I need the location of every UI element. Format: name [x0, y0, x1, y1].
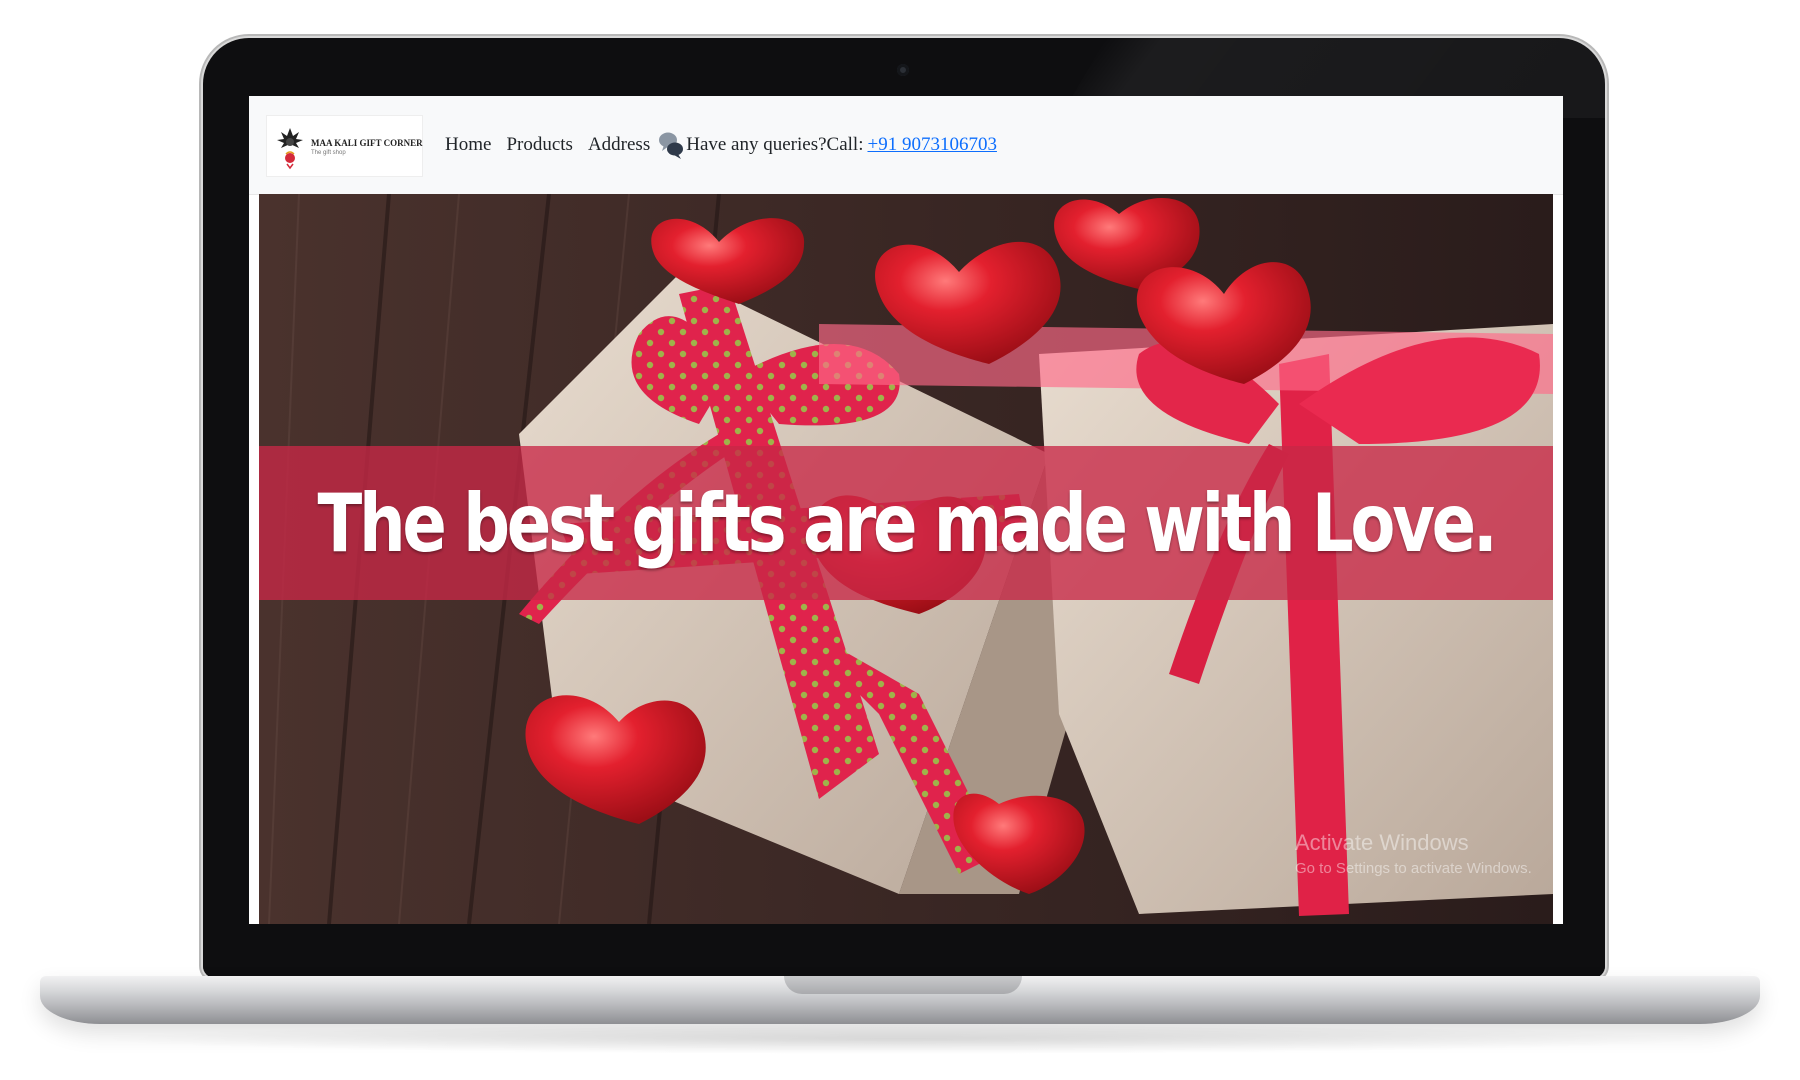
- nav-link-address[interactable]: Address: [588, 134, 650, 156]
- brand-name: MAA KALI GIFT CORNER: [311, 138, 423, 148]
- lid-opening-notch: [784, 976, 1022, 994]
- laptop-mockup: MAA KALI GIFT CORNER The gift shop Home …: [0, 0, 1800, 1080]
- webcam-icon: [897, 64, 909, 76]
- screen-bottom-bezel: [203, 924, 1605, 978]
- nav-links: Home Products Address Have any queries?C…: [445, 130, 997, 160]
- queries-text: Have any queries?Call:: [686, 134, 864, 155]
- laptop-shadow: [90, 1024, 1710, 1054]
- brand-tagline: The gift shop: [311, 150, 346, 156]
- goddess-logo-icon: [277, 128, 303, 170]
- browser-screen: MAA KALI GIFT CORNER The gift shop Home …: [249, 96, 1563, 924]
- hero-headline: The best gifts are made with Love.: [317, 476, 1497, 570]
- nav-link-products[interactable]: Products: [506, 134, 573, 156]
- phone-link[interactable]: +91 9073106703: [867, 134, 996, 156]
- chat-bubbles-icon: [659, 132, 684, 159]
- laptop-lid: MAA KALI GIFT CORNER The gift shop Home …: [203, 38, 1605, 978]
- watermark-title: Activate Windows: [1295, 830, 1469, 855]
- watermark-subtitle: Go to Settings to activate Windows.: [1295, 860, 1532, 877]
- activate-windows-watermark: Activate Windows Go to Settings to activ…: [1295, 830, 1532, 877]
- brand-logo[interactable]: MAA KALI GIFT CORNER The gift shop: [267, 116, 423, 176]
- top-navbar: MAA KALI GIFT CORNER The gift shop Home …: [249, 96, 1563, 195]
- nav-link-home[interactable]: Home: [445, 134, 491, 156]
- hero-banner: The best gifts are made with Love. Activ…: [259, 194, 1553, 924]
- laptop-base: [40, 976, 1760, 1024]
